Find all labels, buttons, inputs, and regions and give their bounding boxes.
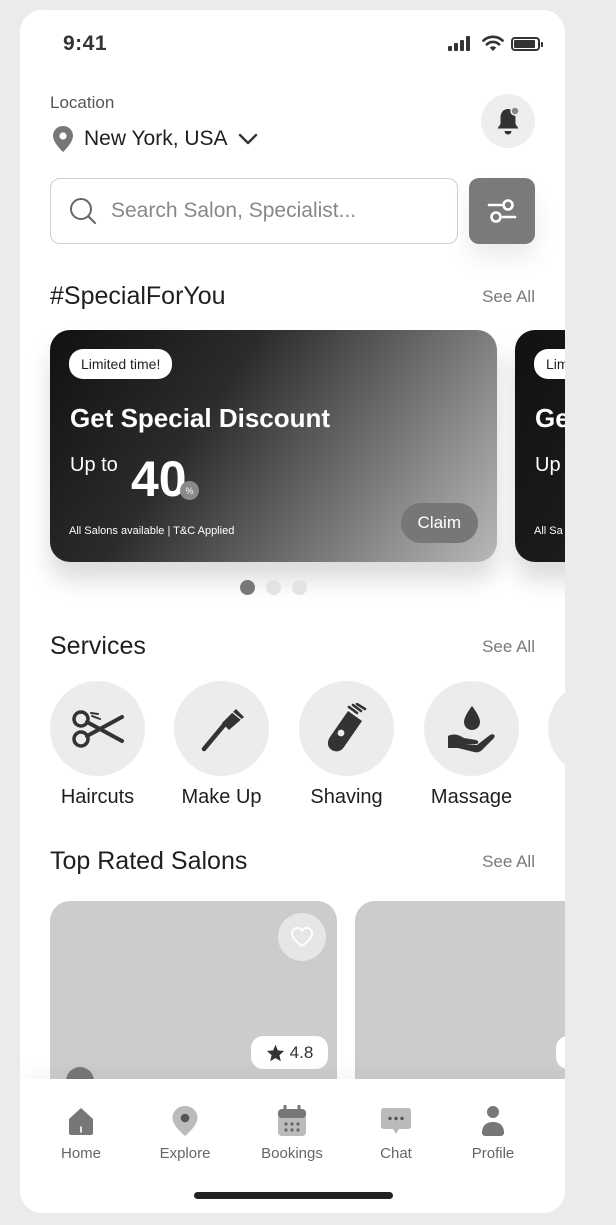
search-icon: [70, 198, 96, 224]
filter-icon: [487, 199, 517, 223]
salon-card-next[interactable]: [355, 901, 565, 1091]
service-label: H: [518, 786, 565, 809]
promo-terms: All Salons available | T&C Applied: [69, 525, 235, 537]
rating-value: 4.8: [289, 1042, 314, 1062]
claim-button[interactable]: Claim: [400, 503, 478, 543]
service-partial[interactable]: H: [548, 681, 565, 776]
location-selector[interactable]: New York, USA: [52, 124, 258, 154]
top-rated-see-all-link[interactable]: See All: [482, 852, 535, 872]
carousel-pager: [240, 580, 307, 595]
nav-label: Explore: [159, 1145, 211, 1162]
services-section-title: Services: [50, 632, 146, 660]
promo-title: Ge: [535, 403, 565, 433]
nav-chat[interactable]: Chat: [351, 1104, 441, 1162]
star-icon: [266, 1044, 284, 1061]
home-icon: [69, 1108, 93, 1135]
nav-explore[interactable]: Explore: [140, 1104, 230, 1162]
nav-bookings[interactable]: Bookings: [247, 1104, 337, 1162]
favorite-button[interactable]: [278, 913, 326, 961]
promo-card[interactable]: Limited time! Get Special Discount Up to…: [50, 330, 497, 562]
promo-badge: Lim: [534, 349, 565, 379]
special-section-title: #SpecialForYou: [50, 282, 226, 310]
chat-icon: [381, 1108, 411, 1134]
nav-label: Chat: [380, 1145, 412, 1162]
service-shaving[interactable]: Shaving: [299, 681, 394, 808]
promo-card-next[interactable]: Lim Ge Up All Sa: [515, 330, 565, 562]
salon-card[interactable]: 4.8: [50, 901, 337, 1091]
nav-label: Bookings: [261, 1145, 323, 1162]
top-rated-section-title: Top Rated Salons: [50, 847, 248, 875]
location-label: Location: [50, 93, 115, 112]
location-pin-icon: [172, 1106, 198, 1136]
rating-badge-partial: [556, 1036, 565, 1069]
location-pin-icon: [53, 126, 73, 152]
battery-icon: [511, 37, 543, 51]
rating-badge: 4.8: [251, 1036, 328, 1069]
promo-upto: Up to: [70, 454, 118, 476]
special-see-all-link[interactable]: See All: [482, 287, 535, 307]
shaver-icon: [327, 702, 366, 751]
service-massage[interactable]: Massage: [424, 681, 519, 808]
status-time: 9:41: [63, 32, 108, 55]
wifi-icon: [482, 35, 504, 51]
home-indicator: [194, 1192, 393, 1199]
promo-terms: All Sa: [534, 525, 563, 537]
promo-upto: Up: [535, 454, 561, 476]
makeup-brush-icon: [201, 708, 244, 751]
pager-dot-active[interactable]: [240, 580, 255, 595]
scissors-icon: [71, 709, 124, 748]
promo-discount-value: 40: [131, 451, 187, 507]
signal-icon: [448, 36, 472, 51]
status-icons: [448, 32, 553, 56]
service-haircuts[interactable]: Haircuts: [50, 681, 145, 808]
filter-button[interactable]: [469, 178, 535, 244]
search-input[interactable]: Search Salon, Specialist...: [50, 178, 458, 244]
notification-button[interactable]: [481, 94, 535, 148]
service-make-up[interactable]: Make Up: [174, 681, 269, 808]
massage-drop-icon: [447, 705, 495, 752]
services-see-all-link[interactable]: See All: [482, 637, 535, 657]
partial-service-icon: [548, 681, 565, 776]
promo-percent-badge: %: [180, 481, 199, 500]
heart-icon: [291, 926, 313, 948]
nav-label: Home: [60, 1145, 101, 1162]
nav-profile[interactable]: Profile: [448, 1104, 538, 1162]
chevron-down-icon: [238, 133, 257, 145]
user-icon: [482, 1106, 504, 1136]
nav-label: Profile: [471, 1145, 515, 1162]
location-city: New York, USA: [84, 127, 228, 150]
promo-title: Get Special Discount: [70, 403, 331, 433]
pager-dot[interactable]: [266, 580, 281, 595]
pager-dot[interactable]: [292, 580, 307, 595]
calendar-icon: [278, 1105, 306, 1136]
nav-home[interactable]: Home: [36, 1104, 126, 1162]
promo-badge: Limited time!: [69, 349, 173, 379]
bell-icon: [497, 106, 520, 135]
search-placeholder: Search Salon, Specialist...: [111, 199, 357, 222]
phone-screen: 9:41 Location New York, USA Search Salon…: [20, 10, 565, 1213]
